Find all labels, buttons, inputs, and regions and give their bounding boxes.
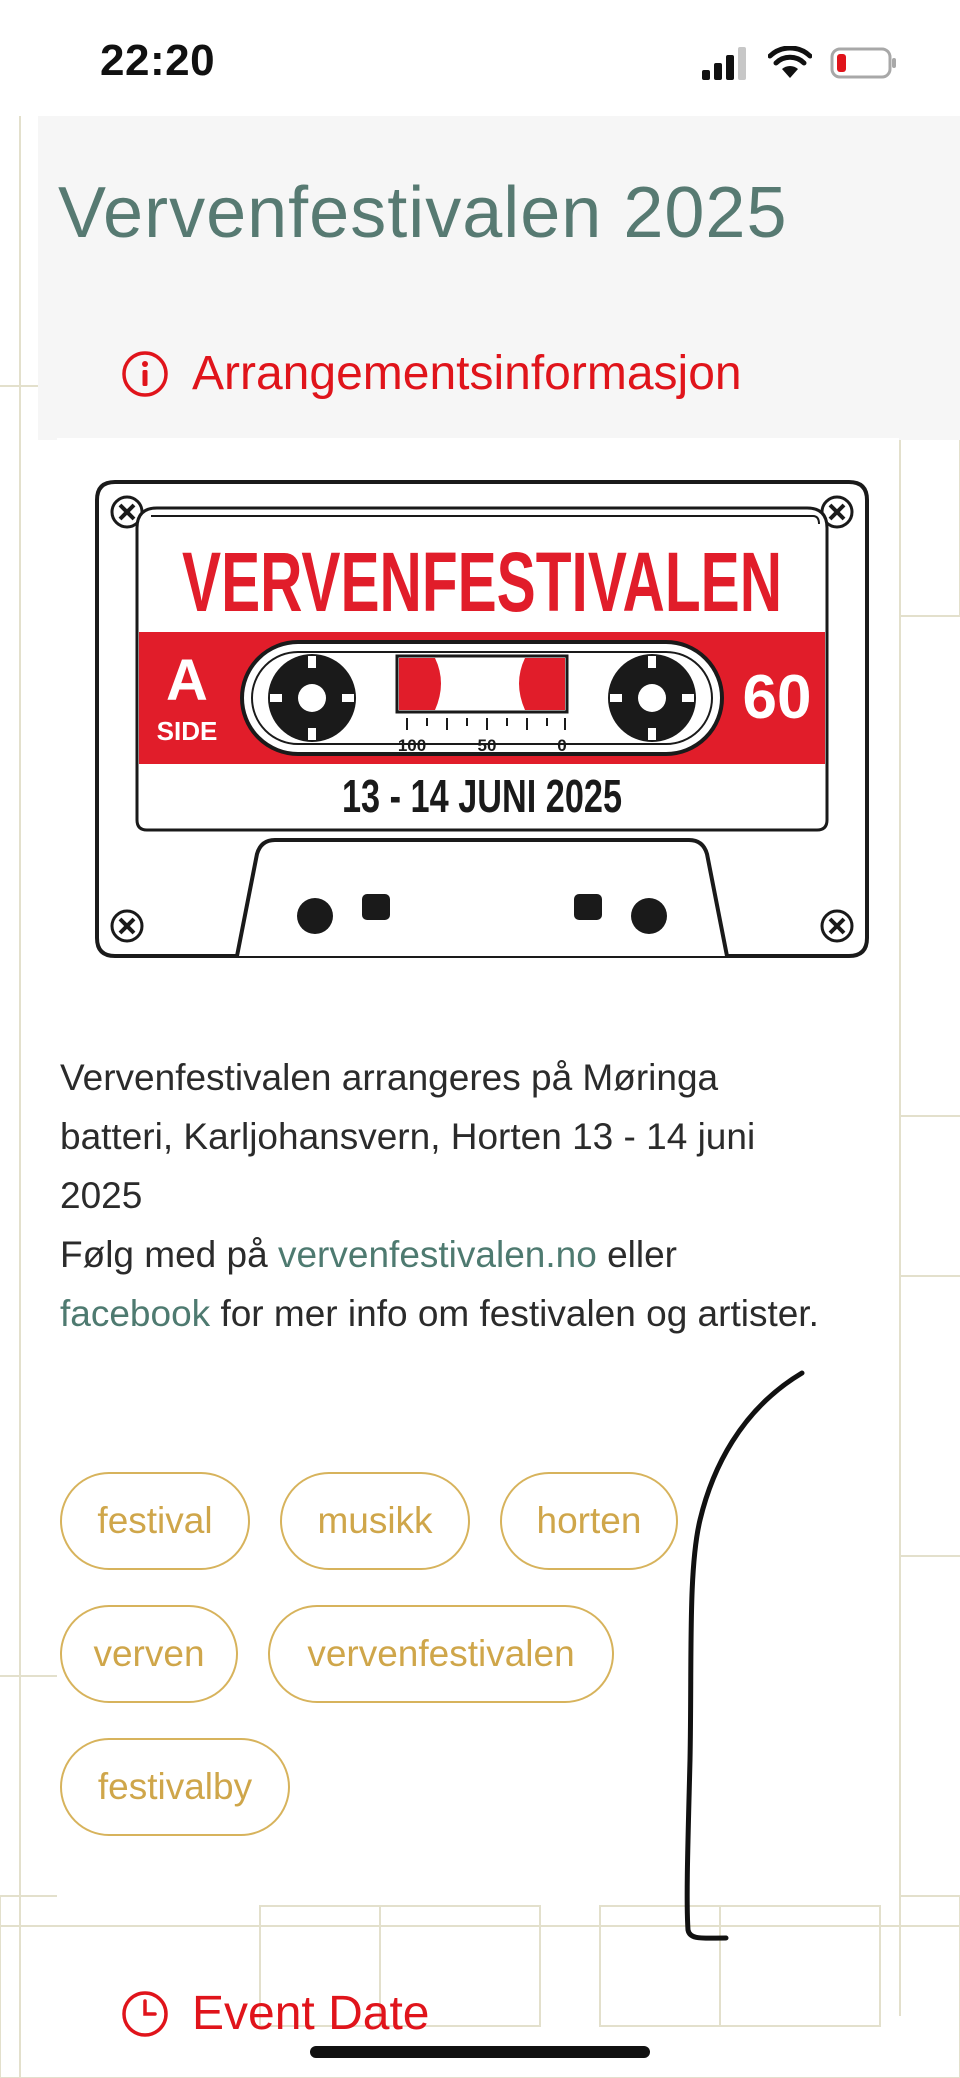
status-icons [700, 46, 898, 80]
website-link[interactable]: vervenfestivalen.no [278, 1234, 597, 1275]
tag-festival[interactable]: festival [60, 1472, 250, 1570]
tag-musikk[interactable]: musikk [280, 1472, 470, 1570]
section-date-header[interactable]: Event Date [120, 1986, 429, 2041]
section-info-label: Arrangementsinformasjon [192, 347, 742, 400]
battery-low-icon [830, 47, 896, 79]
description-text: Vervenfestivalen arrangeres på Møringa b… [60, 1057, 756, 1216]
description-follow-text: Følg med på [60, 1234, 278, 1275]
poster-scale-0: 0 [557, 736, 566, 755]
reel-left-icon [268, 654, 356, 742]
tag-vervenfestivalen[interactable]: vervenfestivalen [268, 1605, 614, 1703]
event-description: Vervenfestivalen arrangeres på Møringa b… [60, 1048, 820, 1343]
clock-icon [122, 1990, 168, 2037]
status-time: 22:20 [100, 36, 216, 85]
info-icon [122, 350, 168, 397]
description-or-text: eller [596, 1234, 677, 1275]
facebook-link[interactable]: facebook [60, 1293, 210, 1334]
tag-verven[interactable]: verven [60, 1605, 238, 1703]
reel-right-icon [608, 654, 696, 742]
poster-tape-length: 60 [743, 663, 812, 732]
home-indicator[interactable] [310, 2046, 650, 2058]
status-bar: 22:20 [0, 0, 960, 116]
wifi-icon [768, 46, 812, 78]
page-title: Vervenfestivalen 2025 [58, 173, 788, 253]
poster-scale-50: 50 [478, 736, 497, 755]
poster-side-letter: A [166, 648, 208, 713]
poster-dates: 13 - 14 JUNI 2025 [342, 770, 622, 822]
description-end-text: for mer info om festivalen og artister. [210, 1293, 819, 1334]
cellular-signal-icon [702, 47, 746, 80]
tag-horten[interactable]: horten [500, 1472, 678, 1570]
poster-side-word: SIDE [157, 716, 218, 746]
section-info-header[interactable]: Arrangementsinformasjon [120, 346, 742, 401]
poster-scale-100: 100 [398, 736, 426, 755]
festival-poster: VERVENFESTIVALEN A SIDE 60 100 50 0 13 -… [95, 480, 869, 958]
tag-festivalby[interactable]: festivalby [60, 1738, 290, 1836]
section-date-label: Event Date [192, 1987, 430, 2040]
poster-headline: VERVENFESTIVALEN [182, 535, 782, 629]
